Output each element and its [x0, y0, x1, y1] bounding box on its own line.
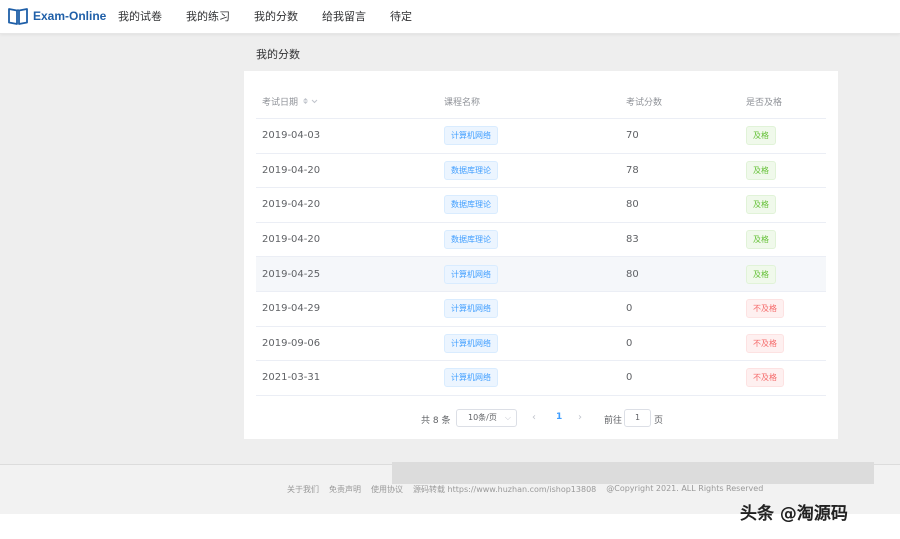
date-cell: 2019-04-29: [262, 303, 321, 315]
score-cell: 80: [626, 268, 639, 280]
footer-link-disclaimer[interactable]: 免责声明: [329, 484, 361, 495]
footer-link-terms[interactable]: 使用协议: [371, 484, 403, 495]
pass-status-tag: 及格: [746, 160, 776, 180]
date-cell: 2019-09-06: [262, 337, 321, 349]
header-score: 考试分数: [626, 97, 663, 108]
course-tag: 计算机网络: [444, 126, 498, 146]
course-tag: 计算机网络: [444, 264, 498, 284]
app-logo[interactable]: Exam-Online: [8, 7, 106, 25]
date-cell: 2021-03-31: [262, 372, 321, 384]
sort-caret-icon[interactable]: [302, 97, 318, 105]
score-cell: 83: [626, 234, 639, 246]
pass-status-tag: 及格: [746, 126, 776, 146]
score-cell: 0: [626, 337, 633, 349]
chevron-left-icon[interactable]: ‹: [532, 412, 536, 423]
footer-source-link[interactable]: 源码转载 https://www.huzhan.com/ishop13808: [413, 484, 596, 495]
main-nav: 我的试卷 我的练习 我的分数 给我留言 待定: [106, 0, 424, 34]
nav-my-papers[interactable]: 我的试卷: [106, 0, 174, 34]
course-tag: 数据库理论: [444, 195, 498, 215]
pass-status-tag: 不及格: [746, 299, 784, 319]
table-row[interactable]: 2019-04-29 计算机网络 0 不及格: [256, 292, 826, 327]
pagination: 共 8 条 10条/页 ⌵ ‹ 1 › 前往 1 页: [244, 409, 838, 429]
score-cell: 70: [626, 130, 639, 142]
course-tag: 计算机网络: [444, 368, 498, 388]
table-row[interactable]: 2019-09-06 计算机网络 0 不及格: [256, 327, 826, 362]
table-row[interactable]: 2019-04-25 计算机网络 80 及格: [256, 257, 826, 292]
nav-my-practice[interactable]: 我的练习: [174, 0, 242, 34]
footer-link-about[interactable]: 关于我们: [287, 484, 319, 495]
course-tag: 计算机网络: [444, 333, 498, 353]
chevron-right-icon[interactable]: ›: [578, 412, 582, 423]
header-date-label: 考试日期: [262, 97, 299, 108]
header-course: 课程名称: [444, 97, 481, 108]
goto-label: 前往: [604, 416, 623, 426]
nav-leave-message[interactable]: 给我留言: [310, 0, 378, 34]
goto-page-input[interactable]: 1: [624, 409, 651, 427]
app-name: Exam-Online: [33, 9, 107, 23]
page-size-select[interactable]: 10条/页 ⌵: [456, 409, 517, 427]
open-book-icon: [8, 8, 28, 25]
table-row[interactable]: 2021-03-31 计算机网络 0 不及格: [256, 361, 826, 396]
date-cell: 2019-04-20: [262, 234, 321, 246]
score-cell: 0: [626, 303, 633, 315]
score-cell: 80: [626, 199, 639, 211]
date-cell: 2019-04-20: [262, 199, 321, 211]
course-tag: 计算机网络: [444, 299, 498, 319]
score-cell: 0: [626, 372, 633, 384]
date-cell: 2019-04-20: [262, 164, 321, 176]
page-size-value: 10条/页: [468, 413, 497, 422]
course-tag: 数据库理论: [444, 230, 498, 250]
scores-table: 考试日期 课程名称 考试分数 是否及格 2019-04-03 计算机网络 70 …: [256, 84, 826, 396]
scores-card: 考试日期 课程名称 考试分数 是否及格 2019-04-03 计算机网络 70 …: [244, 71, 838, 439]
footer-copyright: @Copyright 2021. ALL Rights Reserved: [606, 484, 764, 493]
goto-unit-label: 页: [654, 416, 664, 426]
table-row[interactable]: 2019-04-03 计算机网络 70 及格: [256, 119, 826, 154]
pass-status-tag: 不及格: [746, 333, 784, 353]
table-row[interactable]: 2019-04-20 数据库理论 83 及格: [256, 223, 826, 258]
page-number-current[interactable]: 1: [556, 412, 562, 422]
nav-my-scores[interactable]: 我的分数: [242, 0, 310, 34]
page-title: 我的分数: [256, 48, 300, 61]
footer-blurred-region: [392, 462, 874, 484]
table-row[interactable]: 2019-04-20 数据库理论 78 及格: [256, 154, 826, 189]
pass-status-tag: 不及格: [746, 368, 784, 388]
pass-status-tag: 及格: [746, 264, 776, 284]
nav-pending[interactable]: 待定: [378, 0, 424, 34]
pass-status-tag: 及格: [746, 195, 776, 215]
footer-links: 关于我们 免责声明 使用协议 源码转载 https://www.huzhan.c…: [287, 484, 763, 495]
header-pass: 是否及格: [746, 97, 783, 108]
course-tag: 数据库理论: [444, 160, 498, 180]
chevron-down-icon: ⌵: [504, 413, 511, 422]
watermark-text: 头条 @淘源码: [740, 504, 848, 524]
table-header-row: 考试日期 课程名称 考试分数 是否及格: [256, 84, 826, 119]
top-nav-bar: Exam-Online 我的试卷 我的练习 我的分数 给我留言 待定: [0, 0, 900, 34]
score-cell: 78: [626, 164, 639, 176]
date-cell: 2019-04-03: [262, 130, 321, 142]
date-cell: 2019-04-25: [262, 268, 321, 280]
pass-status-tag: 及格: [746, 230, 776, 250]
header-date[interactable]: 考试日期: [262, 84, 318, 118]
pagination-total: 共 8 条: [421, 416, 451, 426]
table-row[interactable]: 2019-04-20 数据库理论 80 及格: [256, 188, 826, 223]
